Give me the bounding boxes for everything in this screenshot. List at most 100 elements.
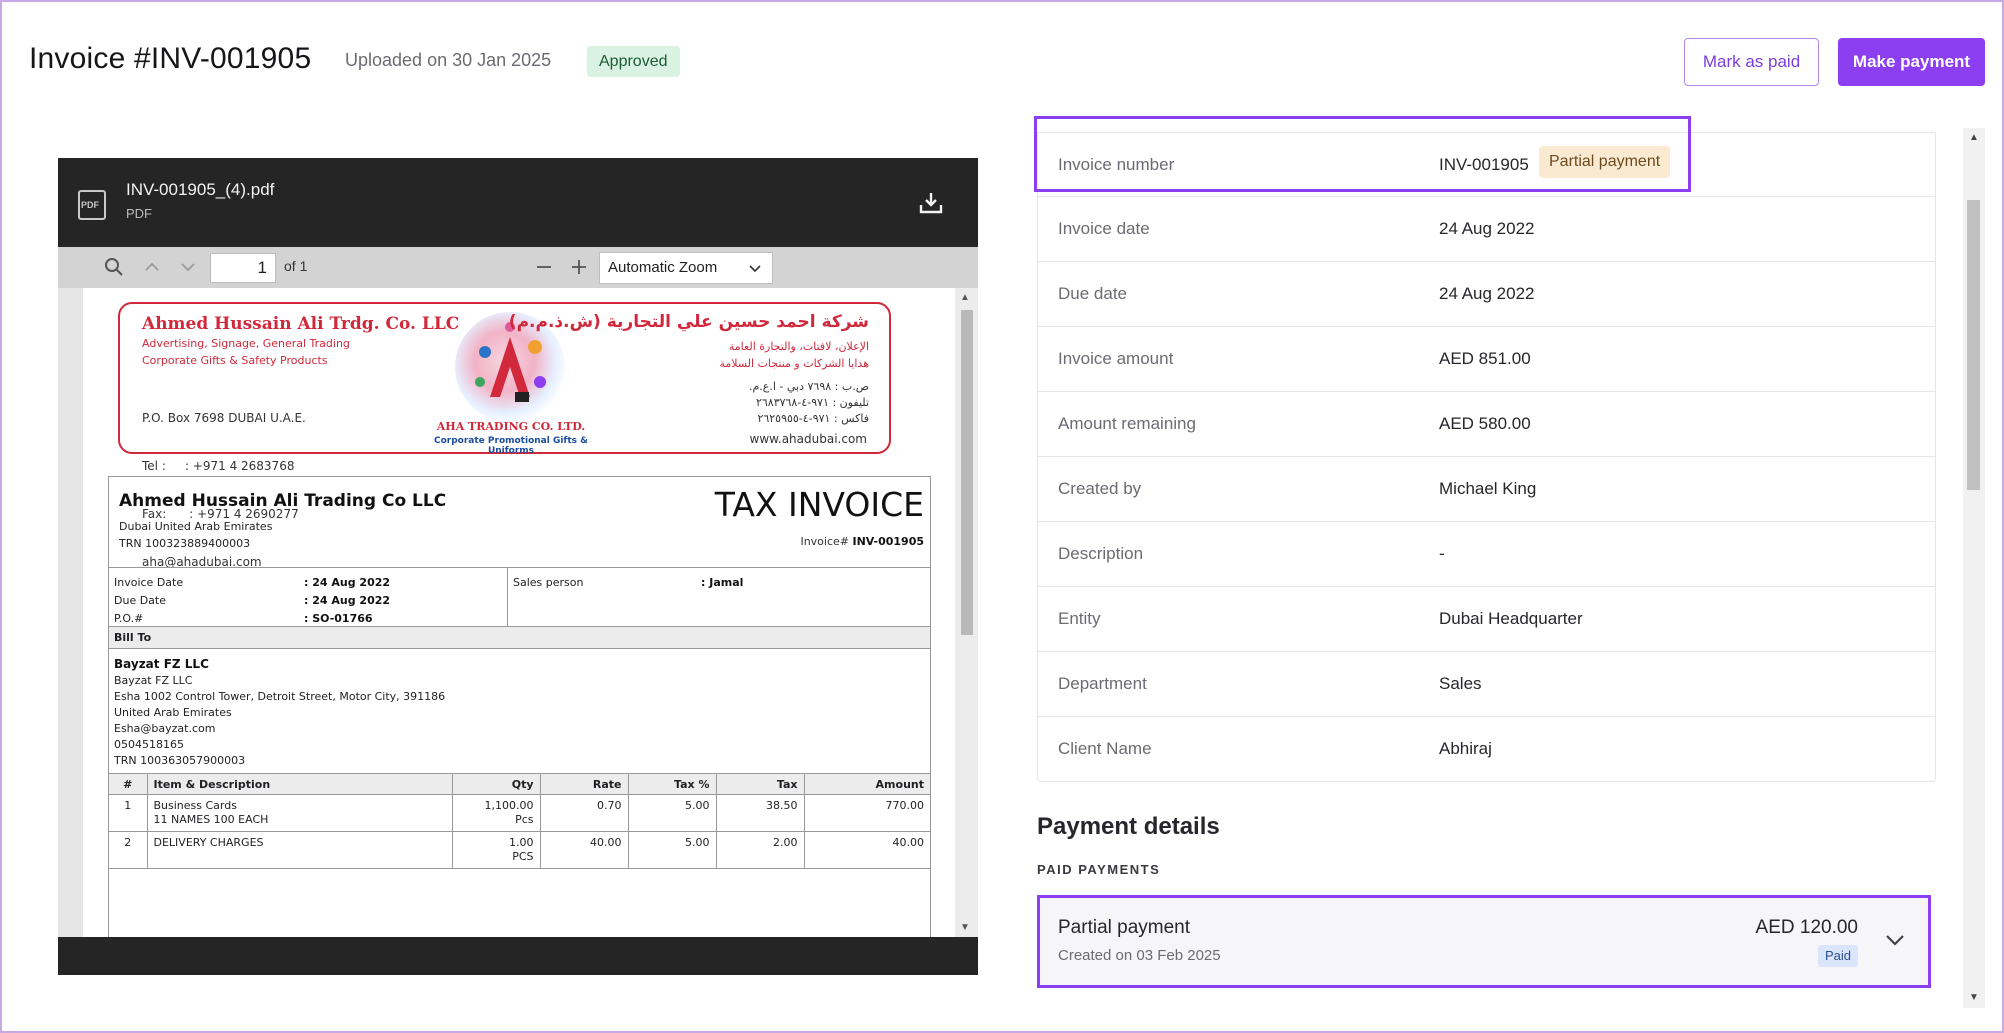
pdf-file-type: PDF <box>126 206 152 221</box>
detail-row-created-by: Created by Michael King <box>1037 457 1936 522</box>
table-cell: 40.00 <box>540 831 629 869</box>
scroll-down-arrow[interactable]: ▼ <box>1969 992 1979 1003</box>
pdf-header: PDF INV-001905_(4).pdf PDF <box>58 158 978 247</box>
items-header-row: # Item & Description Qty Rate Tax % Tax … <box>109 773 930 795</box>
detail-value: Dubai Headquarter <box>1439 609 1583 628</box>
scroll-up-arrow[interactable]: ▲ <box>960 292 970 303</box>
search-icon[interactable] <box>102 255 126 279</box>
table-cell: 1 <box>109 794 148 832</box>
table-cell: 1.00 PCS <box>452 831 541 869</box>
meta-label: Sales person <box>513 576 584 589</box>
letterhead-en-sub: Corporate Gifts & Safety Products <box>142 354 328 367</box>
bill-to-line: TRN 100363057900003 <box>114 754 246 767</box>
paid-payments-subtitle: PAID PAYMENTS <box>1037 862 1161 877</box>
detail-label: Client Name <box>1058 739 1152 758</box>
table-cell: 2.00 <box>716 831 805 869</box>
detail-label: Entity <box>1058 609 1101 628</box>
detail-label: Invoice date <box>1058 219 1150 238</box>
detail-label: Department <box>1058 674 1147 693</box>
letterhead-en-sub: Advertising, Signage, General Trading <box>142 337 350 350</box>
letterhead-ar-title: شركة احمد حسين علي التجارية (ش.ذ.م.م) <box>508 312 869 332</box>
pdf-scrollbar[interactable]: ▲ ▼ <box>955 288 978 937</box>
zoom-in-icon[interactable] <box>567 255 591 279</box>
company-trn: TRN 100323889400003 <box>119 537 251 550</box>
detail-row-client-name: Client Name Abhiraj <box>1037 717 1936 782</box>
table-cell: 5.00 <box>628 794 717 832</box>
bill-to-line: Esha@bayzat.com <box>114 722 216 735</box>
letterhead-address-line: P.O. Box 7698 DUBAI U.A.E. <box>142 411 306 425</box>
pdf-file-icon-text: PDF <box>81 200 99 210</box>
item-name: Business Cards <box>153 799 237 812</box>
download-icon[interactable] <box>918 190 944 216</box>
table-row: 1 Business Cards 11 NAMES 100 EACH 1,100.… <box>109 794 930 832</box>
bill-to-line: Bayzat FZ LLC <box>114 674 193 687</box>
chevron-down-icon <box>749 265 761 273</box>
letterhead-ar-line: فاكس : ٩٧١-٤-٢٦٢٥٩٥٥ <box>757 412 869 425</box>
scroll-down-arrow[interactable]: ▼ <box>960 922 970 933</box>
make-payment-button[interactable]: Make payment <box>1838 38 1985 86</box>
detail-value: Abhiraj <box>1439 739 1492 758</box>
pdf-file-name: INV-001905_(4).pdf <box>126 180 275 199</box>
chevron-down-icon[interactable] <box>176 255 200 279</box>
scrollbar-thumb[interactable] <box>1967 200 1980 490</box>
column-header: # <box>109 773 148 795</box>
item-qty: 1,100.00 <box>484 799 534 812</box>
pdf-footer <box>58 937 978 975</box>
highlight-payment-card <box>1037 895 1931 988</box>
invoice-meta: Invoice Date : 24 Aug 2022 Due Date : 24… <box>109 567 930 628</box>
column-header: Qty <box>452 773 541 795</box>
bill-to-header: Bill To <box>109 627 930 649</box>
detail-value: AED 580.00 <box>1439 414 1531 433</box>
detail-label: Due date <box>1058 284 1127 303</box>
column-header: Tax % <box>628 773 717 795</box>
column-header: Tax <box>716 773 805 795</box>
item-unit: PCS <box>512 850 534 863</box>
page-number-input[interactable]: 1 <box>210 253 276 283</box>
detail-value: Sales <box>1439 674 1482 693</box>
letterhead-ar-line: تليفون : ٩٧١-٤-٢٦٨٣٧٦٨ <box>755 396 869 409</box>
letterhead-ar-address: ص.ب : ٧٦٩٨ دبي - ا.ع.م. تليفون : ٩٧١-٤-٢… <box>749 379 869 427</box>
detail-value: AED 851.00 <box>1439 349 1531 368</box>
mark-as-paid-button[interactable]: Mark as paid <box>1684 38 1819 86</box>
pdf-page: Ahmed Hussain Ali Trdg. Co. LLC Advertis… <box>83 288 955 937</box>
table-row: 2 DELIVERY CHARGES 1.00 PCS 40.00 5.00 2.… <box>109 831 930 869</box>
zoom-select-value: Automatic Zoom <box>608 259 718 276</box>
table-cell: 2 <box>109 831 148 869</box>
table-cell: Business Cards 11 NAMES 100 EACH <box>147 794 453 832</box>
detail-row-entity: Entity Dubai Headquarter <box>1037 587 1936 652</box>
invoice-number-label-text: Invoice# <box>800 535 849 548</box>
meta-value: : Jamal <box>701 576 744 589</box>
bill-to-line: 0504518165 <box>114 738 184 751</box>
meta-label: Due Date <box>114 594 166 607</box>
column-header: Rate <box>540 773 629 795</box>
scroll-up-arrow[interactable]: ▲ <box>1969 132 1979 143</box>
scrollbar-thumb[interactable] <box>961 310 973 635</box>
letterhead: Ahmed Hussain Ali Trdg. Co. LLC Advertis… <box>118 302 891 569</box>
column-header: Item & Description <box>147 773 453 795</box>
detail-value: Michael King <box>1439 479 1537 498</box>
letterhead-ar-sub: الإعلان، لافتات، والتجارة العامة هدايا ا… <box>720 338 870 372</box>
zoom-select[interactable]: Automatic Zoom <box>599 252 773 284</box>
bill-to-line: United Arab Emirates <box>114 706 232 719</box>
detail-value: - <box>1439 544 1445 563</box>
pdf-toolbar: 1 of 1 Automatic Zoom <box>58 247 978 288</box>
upload-date: Uploaded on 30 Jan 2025 <box>345 50 552 70</box>
chevron-up-icon[interactable] <box>140 255 164 279</box>
item-desc: 11 NAMES 100 EACH <box>153 813 269 826</box>
meta-label: P.O.# <box>114 612 144 625</box>
item-name: DELIVERY CHARGES <box>153 836 264 849</box>
table-cell: 40.00 <box>804 831 930 869</box>
details-scrollbar[interactable]: ▲ ▼ <box>1963 128 1985 1008</box>
table-cell: 0.70 <box>540 794 629 832</box>
item-qty: 1.00 <box>509 836 534 849</box>
letterhead-ar-line: ص.ب : ٧٦٩٨ دبي - ا.ع.م. <box>748 380 869 393</box>
letterhead-ar-line: هدايا الشركات و منتجات السلامة <box>719 357 870 370</box>
column-header: Amount <box>804 773 930 795</box>
zoom-out-icon[interactable] <box>532 255 556 279</box>
invoice-number-label: Invoice# INV-001905 <box>800 535 924 548</box>
bill-to-line: Esha 1002 Control Tower, Detroit Street,… <box>114 690 446 703</box>
page-title: Invoice #INV-001905 <box>29 42 312 75</box>
meta-value: : 24 Aug 2022 <box>304 594 391 607</box>
meta-divider <box>507 568 508 628</box>
detail-label: Amount remaining <box>1058 414 1196 433</box>
